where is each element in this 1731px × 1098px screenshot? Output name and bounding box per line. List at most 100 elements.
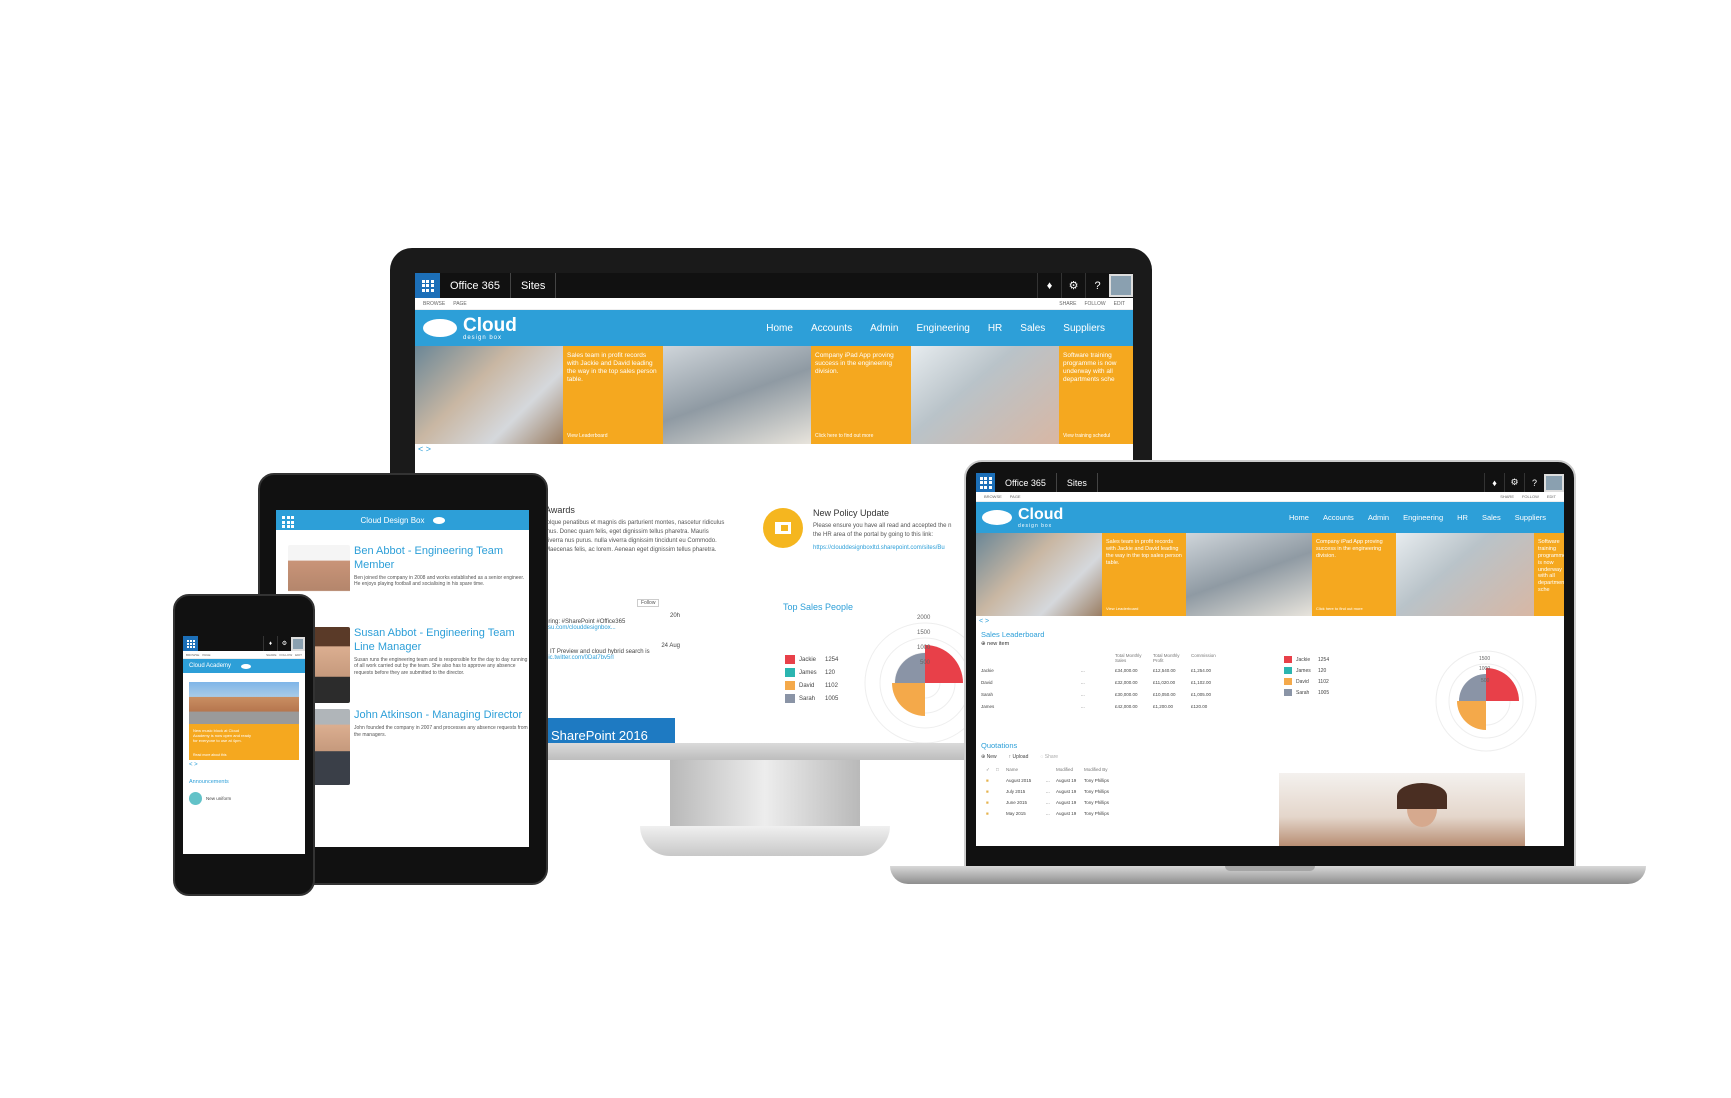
ribbon-browse[interactable]: BROWSE <box>186 653 199 657</box>
carousel-arrows[interactable]: < > <box>418 444 431 454</box>
sites-link[interactable]: Sites <box>511 273 557 298</box>
share-button[interactable]: SHARE <box>266 653 276 657</box>
site-header: Cloud design box Home Accounts Admin Eng… <box>976 502 1564 533</box>
q-new-label: New <box>986 754 997 760</box>
person-card[interactable]: Susan Abbot - Engineering Team Line Mana… <box>288 627 528 703</box>
table-row[interactable]: Jackie... £34,000.00 £12,540.00 £1,254.00 <box>981 668 1231 673</box>
phone-banner-text: New music block at Cloud Academy is now … <box>193 728 252 743</box>
carousel-arrows[interactable]: < > <box>189 762 198 768</box>
phone-banner-link[interactable]: Read more about this <box>193 753 226 757</box>
app-launcher-icon[interactable] <box>282 516 294 528</box>
banner-slide-2[interactable]: Company iPad App proving success in the … <box>1186 533 1396 616</box>
tweet-link[interactable]: ssu.com/clouddesignbox... <box>545 625 680 631</box>
share-button[interactable]: SHARE <box>1059 301 1076 307</box>
help-icon[interactable]: ? <box>1085 273 1109 298</box>
share-button[interactable]: SHARE <box>1500 494 1514 499</box>
table-row[interactable]: James... £42,000.00 £1,200.00 £120.00 <box>981 704 1231 709</box>
new-item-button[interactable]: ⊕ new item <box>981 641 1009 647</box>
q-row[interactable]: ■ May 2015... August 19 Tony Phillips <box>986 811 1109 816</box>
top-nav: Home Accounts Admin Engineering HR Sales… <box>766 323 1105 334</box>
help-icon[interactable]: ? <box>1524 473 1544 492</box>
suite-title[interactable]: Office 365 <box>440 273 511 298</box>
folder-icon: ■ <box>986 789 989 794</box>
ribbon-page[interactable]: PAGE <box>1010 494 1021 499</box>
gear-icon[interactable]: ⚙ <box>277 636 291 651</box>
gear-icon[interactable]: ⚙ <box>1504 473 1524 492</box>
q-share-button[interactable]: ◌ Share <box>1040 754 1058 760</box>
banner-link[interactable]: View Leaderboard <box>1106 606 1138 611</box>
person-card[interactable]: Ben Abbot - Engineering Team Member Ben … <box>288 545 528 621</box>
banner-link[interactable]: Click here to find out more <box>1316 606 1363 611</box>
announcement-item[interactable]: New uniform <box>189 792 231 805</box>
app-launcher[interactable] <box>415 273 440 298</box>
nav-suppliers[interactable]: Suppliers <box>1063 323 1105 334</box>
banner-link[interactable]: View training schedul <box>1063 433 1110 439</box>
app-launcher[interactable] <box>183 636 198 651</box>
policy-link[interactable]: https://clouddesignboxltd.sharepoint.com… <box>813 545 945 551</box>
nav-suppliers[interactable]: Suppliers <box>1515 513 1546 522</box>
avatar[interactable] <box>291 636 305 651</box>
quotations-list: ✓ □ Name Modified Modified By ■ August 2015..… <box>986 767 1109 816</box>
nav-admin[interactable]: Admin <box>1368 513 1389 522</box>
table-row[interactable]: David... £32,000.00 £11,020.00 £1,102.00 <box>981 680 1231 685</box>
edit-button[interactable]: EDIT <box>295 653 302 657</box>
banner-slide-1[interactable]: Sales team in profit records with Jackie… <box>415 346 663 444</box>
q-row[interactable]: ■ June 2015... August 19 Tony Phillips <box>986 800 1109 805</box>
banner-link[interactable]: View Leaderboard <box>567 433 608 439</box>
edit-button[interactable]: EDIT <box>1114 301 1125 307</box>
follow-button[interactable]: FOLLOW <box>1084 301 1105 307</box>
table-row[interactable]: Sarah... £30,000.00 £10,050.00 £1,005.00 <box>981 692 1231 697</box>
q-new-button[interactable]: ⊕ New <box>981 754 997 760</box>
nav-admin[interactable]: Admin <box>870 323 898 334</box>
ribbon-browse[interactable]: BROWSE <box>423 301 445 307</box>
q-row[interactable]: ■ July 2015... August 19 Tony Phillips <box>986 789 1109 794</box>
bell-icon[interactable]: ♦ <box>263 636 277 651</box>
nav-accounts[interactable]: Accounts <box>811 323 852 334</box>
nav-engineering[interactable]: Engineering <box>916 323 969 334</box>
twitter-follow-button[interactable]: Follow <box>637 599 660 607</box>
nav-home[interactable]: Home <box>1289 513 1309 522</box>
laptop-screen: Office 365 Sites ♦ ⚙ ? BROWSE PAGE SHARE… <box>976 473 1564 846</box>
nav-home[interactable]: Home <box>766 323 793 334</box>
phone-banner-card[interactable]: New music block at Cloud Academy is now … <box>189 724 299 760</box>
q-upload-button[interactable]: ↑ Upload <box>1009 754 1029 760</box>
q-row[interactable]: ■ August 2015... August 19 Tony Phillips <box>986 778 1109 783</box>
legend-value: 1254 <box>825 656 839 663</box>
edit-button[interactable]: EDIT <box>1547 494 1556 499</box>
nav-hr[interactable]: HR <box>1457 513 1468 522</box>
people-list: Ben Abbot - Engineering Team Member Ben … <box>288 545 528 785</box>
nav-sales[interactable]: Sales <box>1482 513 1501 522</box>
phone-screen: ♦ ⚙ BROWSE PAGE SHARE FOLLOW EDIT Cloud … <box>183 636 305 854</box>
bell-icon[interactable]: ♦ <box>1037 273 1061 298</box>
ribbon-page[interactable]: PAGE <box>453 301 467 307</box>
carousel-arrows[interactable]: < > <box>979 618 989 625</box>
suite-title[interactable]: Office 365 <box>995 473 1057 492</box>
banner-link[interactable]: Click here to find out more <box>815 433 873 439</box>
nav-sales[interactable]: Sales <box>1020 323 1045 334</box>
legend-value: 1005 <box>825 695 839 702</box>
follow-button[interactable]: FOLLOW <box>1522 494 1539 499</box>
bell-icon[interactable]: ♦ <box>1484 473 1504 492</box>
app-launcher[interactable] <box>976 473 995 492</box>
avatar[interactable] <box>1544 473 1564 492</box>
cloud-logo-icon <box>241 663 252 669</box>
nav-accounts[interactable]: Accounts <box>1323 513 1354 522</box>
site-logo[interactable]: Cloud design box <box>423 316 517 341</box>
tweet-link[interactable]: pic.twitter.com/0Dat7bv5rl <box>545 655 680 661</box>
person-card[interactable]: John Atkinson - Managing Director John f… <box>288 709 528 785</box>
nav-engineering[interactable]: Engineering <box>1403 513 1443 522</box>
sharepoint-banner[interactable]: SharePoint 2016 <box>545 718 675 743</box>
banner-slide-3[interactable]: Software training programme is now under… <box>1396 533 1564 616</box>
site-logo[interactable]: Cloud design box <box>982 506 1063 529</box>
banner-slide-3[interactable]: Software training programme is now under… <box>911 346 1133 444</box>
banner-slide-1[interactable]: Sales team in profit records with Jackie… <box>976 533 1186 616</box>
announcements-title: Announcements <box>189 779 229 785</box>
ribbon-browse[interactable]: BROWSE <box>984 494 1002 499</box>
ribbon-page[interactable]: PAGE <box>202 653 210 657</box>
banner-slide-2[interactable]: Company iPad App proving success in the … <box>663 346 911 444</box>
avatar[interactable] <box>1109 274 1133 297</box>
follow-button[interactable]: FOLLOW <box>279 653 292 657</box>
sites-link[interactable]: Sites <box>1057 473 1098 492</box>
gear-icon[interactable]: ⚙ <box>1061 273 1085 298</box>
nav-hr[interactable]: HR <box>988 323 1002 334</box>
